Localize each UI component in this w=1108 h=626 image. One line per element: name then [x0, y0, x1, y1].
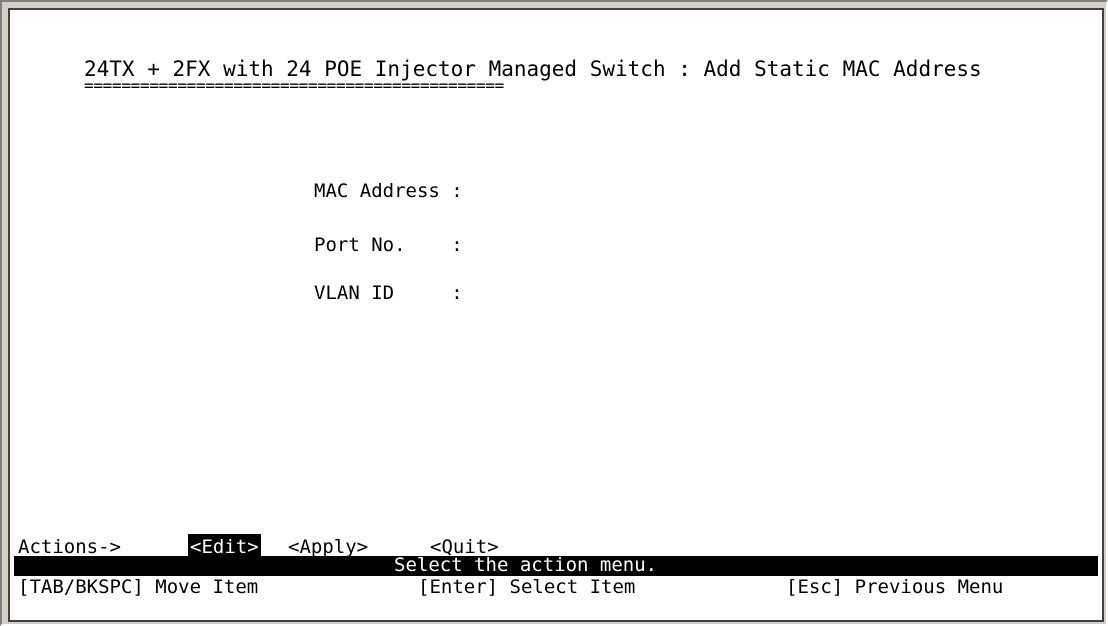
status-bar: Select the action menu.	[14, 554, 1098, 576]
vlan-id-field[interactable]: VLAN ID :	[314, 280, 463, 306]
terminal-screen: 24TX + 2FX with 24 POE Injector Managed …	[8, 8, 1104, 622]
window-frame: 24TX + 2FX with 24 POE Injector Managed …	[0, 0, 1108, 626]
hint-move-item: [TAB/BKSPC] Move Item	[18, 576, 259, 598]
port-no-field[interactable]: Port No. :	[314, 232, 463, 258]
hint-previous-menu: [Esc] Previous Menu	[786, 576, 1004, 598]
hint-select-item: [Enter] Select Item	[418, 576, 636, 598]
mac-address-field[interactable]: MAC Address :	[314, 178, 463, 204]
title-underline: ========================================…	[84, 76, 504, 95]
